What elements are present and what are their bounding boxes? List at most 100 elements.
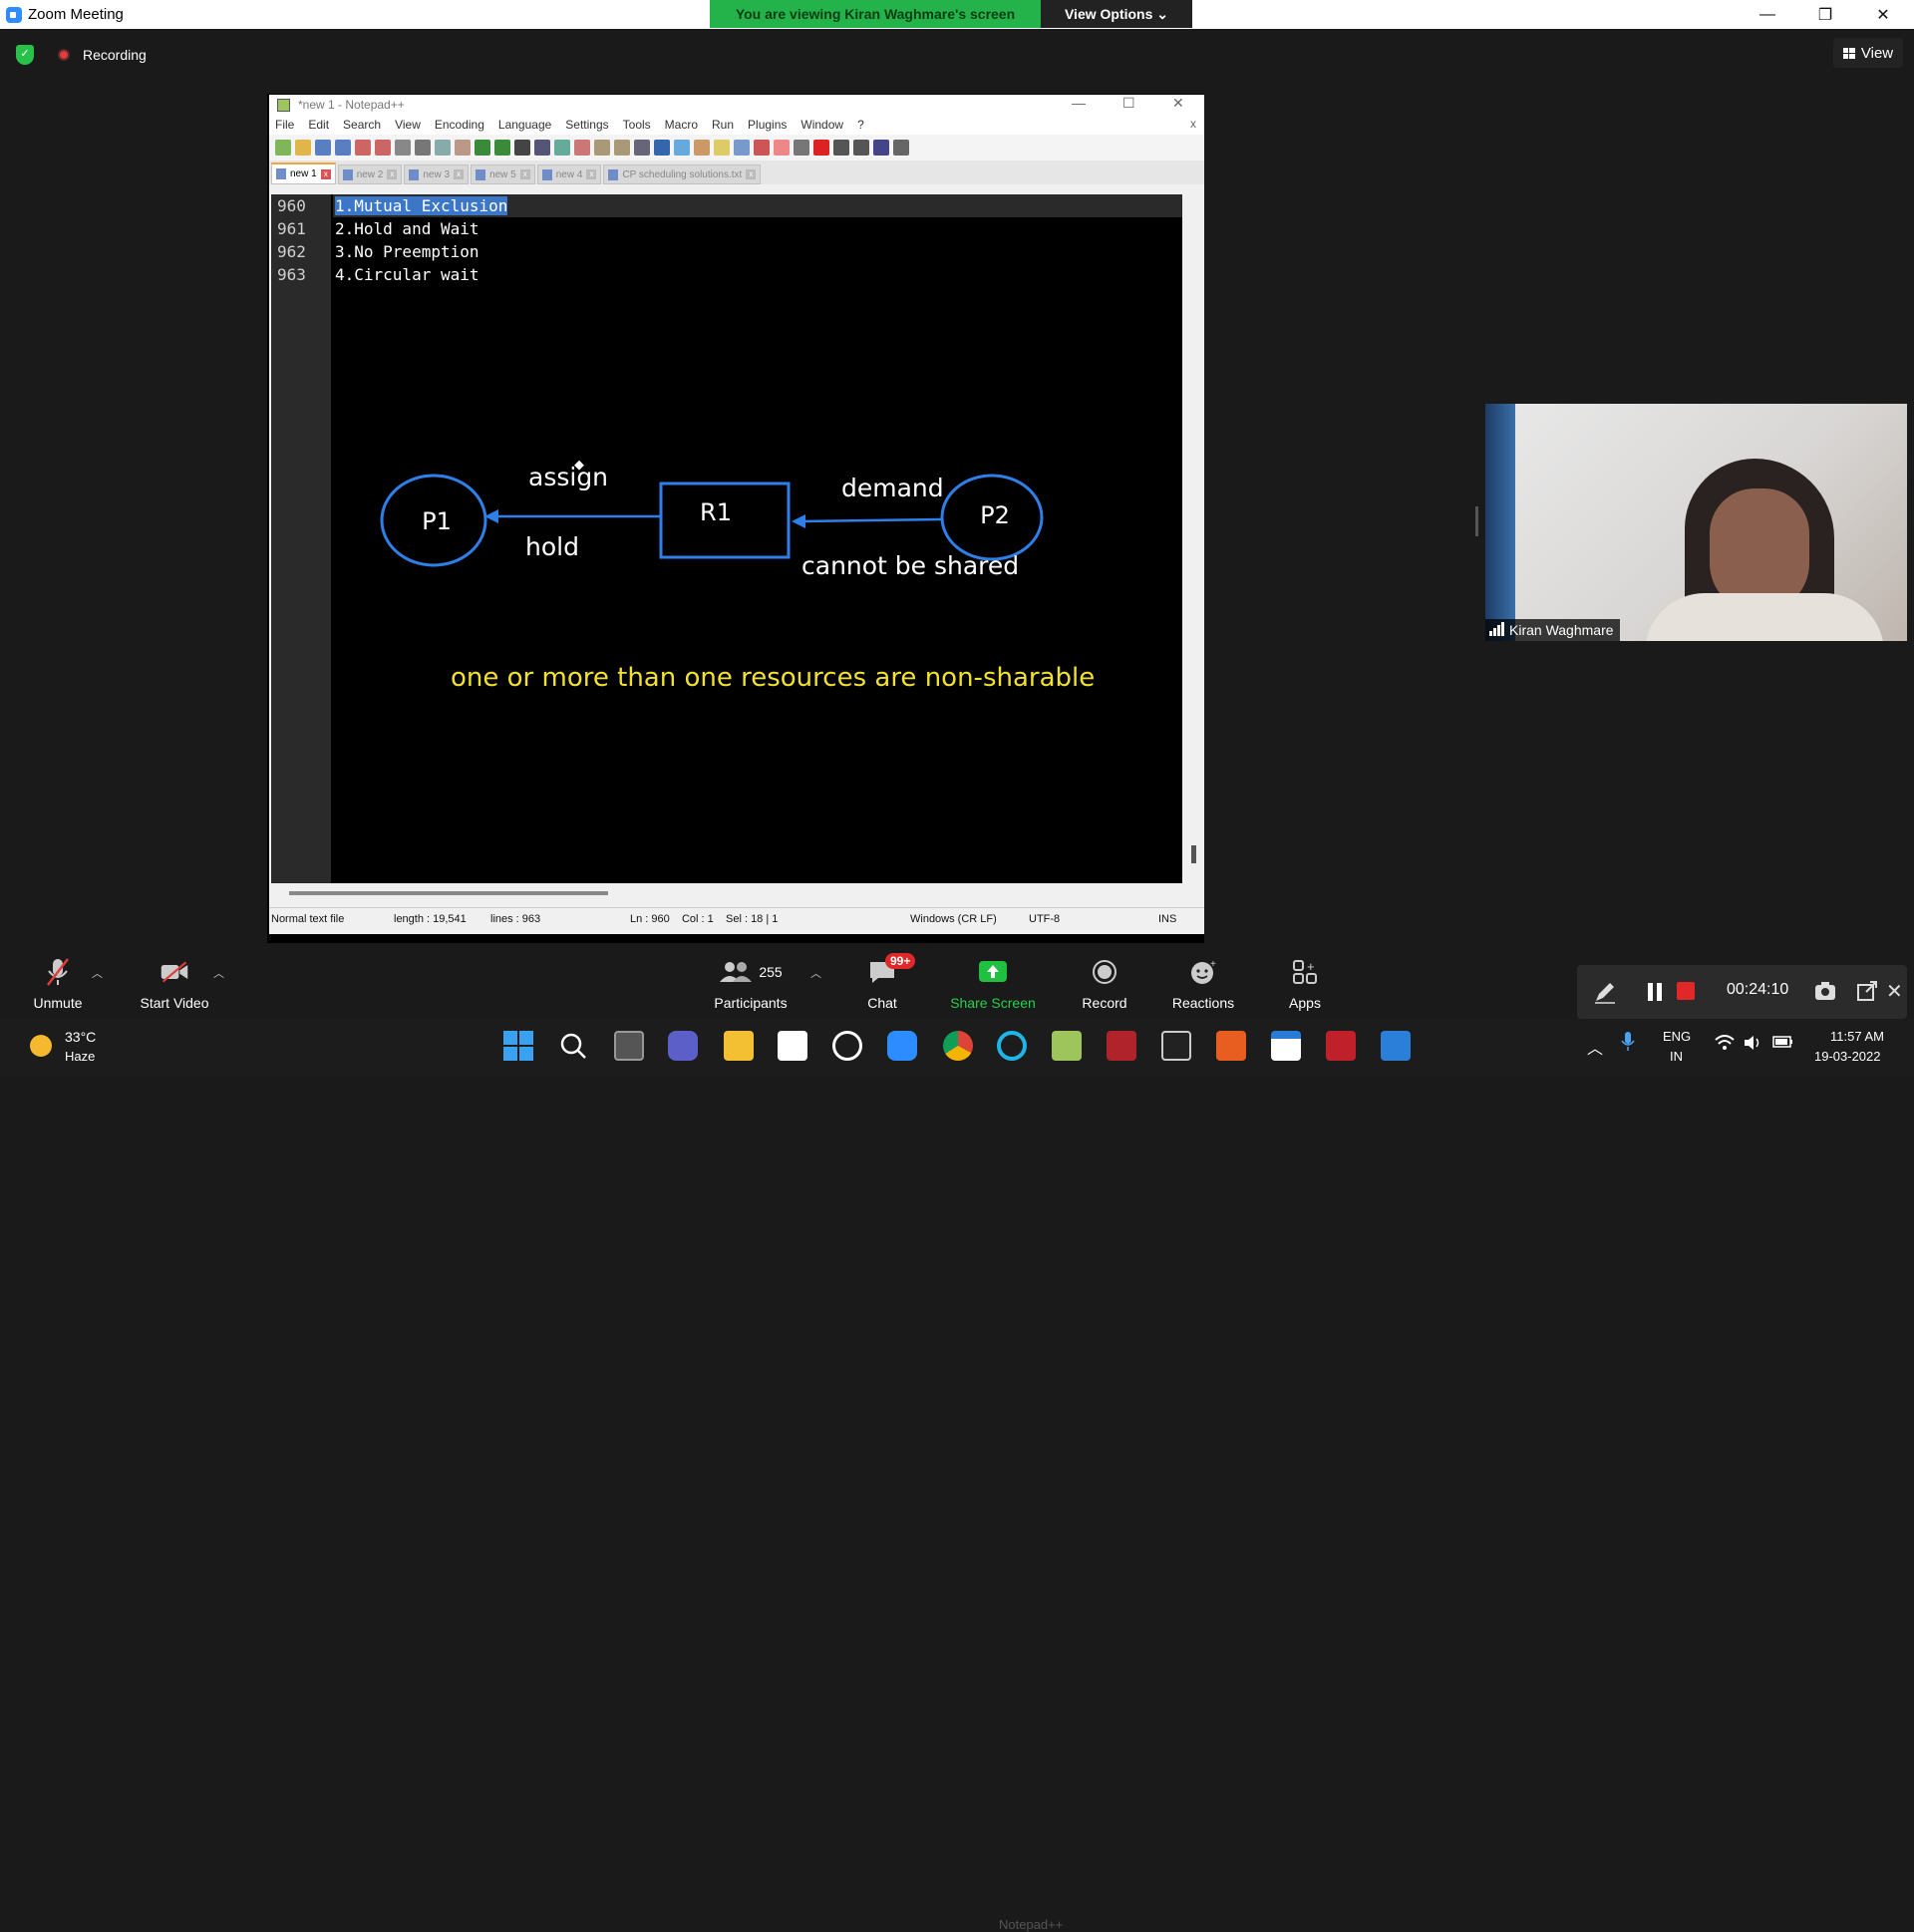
audio-options-caret-icon[interactable]: ︿ xyxy=(92,965,103,981)
new-file-icon xyxy=(275,140,291,156)
scroll-thumb[interactable] xyxy=(289,891,608,895)
close-button[interactable]: ✕ xyxy=(1854,0,1912,29)
tab-close-icon[interactable]: x xyxy=(454,169,465,179)
reactions-button[interactable]: + Reactions xyxy=(1167,943,1239,1019)
language-bottom[interactable]: IN xyxy=(1670,1049,1683,1064)
notepad-tabbar: new 1 x new 2 x new 3 x new 5 x new 4 x … xyxy=(269,161,1204,184)
battery-icon[interactable] xyxy=(1772,1034,1794,1053)
weather-description[interactable]: Haze xyxy=(65,1049,95,1064)
view-button[interactable]: View xyxy=(1833,38,1903,68)
smiley-icon: + xyxy=(1188,957,1218,987)
annotation-drawing: P1 R1 P2 assign hold demand cannot be sh… xyxy=(380,460,1095,693)
zoom-taskbar-icon[interactable] xyxy=(887,1031,917,1061)
weather-temperature[interactable]: 33°C xyxy=(65,1029,96,1045)
unmute-button[interactable]: Unmute xyxy=(28,943,88,1019)
language-top[interactable]: ENG xyxy=(1663,1029,1691,1044)
video-off-icon xyxy=(160,957,189,987)
photos-icon[interactable] xyxy=(1381,1031,1411,1061)
tab-close-icon[interactable]: x xyxy=(519,169,530,179)
reactions-label: Reactions xyxy=(1171,995,1235,1011)
tab-label: CP scheduling solutions.txt xyxy=(622,168,743,180)
sync-h-icon xyxy=(614,140,630,156)
github-icon[interactable] xyxy=(832,1031,862,1061)
apps-button[interactable]: + Apps xyxy=(1283,943,1327,1019)
copy-icon xyxy=(435,140,451,156)
macro-stop-icon xyxy=(833,140,849,156)
share-screen-button[interactable]: Share Screen xyxy=(943,943,1043,1019)
terminal-icon[interactable] xyxy=(1161,1031,1191,1061)
volume-icon[interactable] xyxy=(1743,1034,1762,1055)
ubuntu-icon[interactable] xyxy=(1216,1031,1246,1061)
start-icon[interactable] xyxy=(503,1031,533,1061)
tab-new-1[interactable]: new 1 x xyxy=(271,162,336,184)
tab-new-5[interactable]: new 5 x xyxy=(471,164,535,184)
vertical-scrollbar[interactable] xyxy=(1184,194,1204,883)
participant-video[interactable]: Kiran Waghmare xyxy=(1485,404,1907,641)
snapshot-camera-icon[interactable] xyxy=(1813,980,1837,1007)
open-file-icon xyxy=(295,140,311,156)
pdf-reader-icon[interactable] xyxy=(1326,1031,1356,1061)
restore-button[interactable]: ❐ xyxy=(1796,0,1854,29)
participants-button[interactable]: 255 Participants xyxy=(708,943,794,1019)
notepadpp-taskbar-icon[interactable] xyxy=(1052,1031,1082,1061)
file-explorer-icon[interactable] xyxy=(724,1031,754,1061)
r1-label: R1 xyxy=(700,498,732,526)
participants-caret-icon[interactable]: ︿ xyxy=(810,965,821,981)
tab-close-icon[interactable]: x xyxy=(387,169,398,179)
hold-label: hold xyxy=(525,532,579,561)
stop-recording-icon[interactable] xyxy=(1677,982,1695,1000)
clock-date[interactable]: 19-03-2022 xyxy=(1814,1049,1881,1064)
macro-record-icon xyxy=(813,140,829,156)
print-icon xyxy=(395,140,411,156)
wifi-icon[interactable] xyxy=(1715,1035,1735,1054)
microphone-tray-icon[interactable] xyxy=(1620,1031,1636,1056)
search-icon[interactable] xyxy=(558,1031,588,1061)
minimize-button[interactable]: — xyxy=(1739,0,1796,29)
windows-taskbar: 33°C Haze ︿ ENG IN 11:57 AM 19-03-2022 xyxy=(0,1019,1914,1077)
horizontal-scrollbar[interactable] xyxy=(271,883,1182,903)
menu-run: Run xyxy=(712,118,735,132)
tab-close-icon[interactable]: x xyxy=(586,169,597,179)
clock-time[interactable]: 11:57 AM xyxy=(1830,1029,1884,1044)
close-recording-bar-icon[interactable]: ✕ xyxy=(1886,979,1903,1004)
resize-handle[interactable] xyxy=(1475,506,1478,536)
menu-file: File xyxy=(275,118,295,132)
chrome-icon[interactable] xyxy=(943,1031,973,1061)
scroll-thumb[interactable] xyxy=(1191,845,1196,863)
demand-arrowhead xyxy=(792,514,805,528)
recording-timer: 00:24:10 xyxy=(1727,981,1789,998)
tab-close-icon[interactable]: x xyxy=(320,168,331,179)
demand-label: demand xyxy=(841,474,944,502)
sync-v-icon xyxy=(594,140,610,156)
tab-new-2[interactable]: new 2 x xyxy=(337,164,403,184)
apps-label: Apps xyxy=(1289,995,1321,1011)
security-shield-icon[interactable]: ✓ xyxy=(16,45,34,65)
tab-close-icon[interactable]: x xyxy=(746,169,757,179)
unmute-label: Unmute xyxy=(33,995,83,1011)
tab-label: new 5 xyxy=(489,168,516,180)
muted-mic-icon xyxy=(43,957,73,987)
tab-new-3[interactable]: new 3 x xyxy=(404,164,470,184)
microsoft-store-icon[interactable] xyxy=(778,1031,807,1061)
status-length: length : 19,541 xyxy=(394,913,467,925)
record-button[interactable]: Record xyxy=(1077,943,1132,1019)
start-video-button[interactable]: Start Video xyxy=(135,943,214,1019)
tray-overflow-chevron-icon[interactable]: ︿ xyxy=(1587,1035,1603,1059)
status-mode: INS xyxy=(1158,913,1177,925)
cortana-icon[interactable] xyxy=(997,1031,1027,1061)
tab-new-4[interactable]: new 4 x xyxy=(536,164,602,184)
apps-icon: + xyxy=(1290,957,1320,987)
video-options-caret-icon[interactable]: ︿ xyxy=(213,965,224,981)
window-app-icon[interactable] xyxy=(1271,1031,1301,1061)
task-view-icon[interactable] xyxy=(614,1031,644,1061)
weather-sun-icon[interactable] xyxy=(30,1035,52,1057)
tab-cp-scheduling[interactable]: CP scheduling solutions.txt x xyxy=(603,164,762,184)
svg-text:+: + xyxy=(1307,959,1315,974)
popout-icon[interactable] xyxy=(1856,980,1878,1007)
macro-run-icon xyxy=(873,140,889,156)
pause-recording-icon[interactable] xyxy=(1645,981,1665,1008)
annotate-pen-icon[interactable] xyxy=(1593,980,1617,1009)
teams-chat-icon[interactable] xyxy=(668,1031,698,1061)
recorder-icon[interactable] xyxy=(1107,1031,1136,1061)
view-options-button[interactable]: View Options ⌄ xyxy=(1041,0,1192,28)
